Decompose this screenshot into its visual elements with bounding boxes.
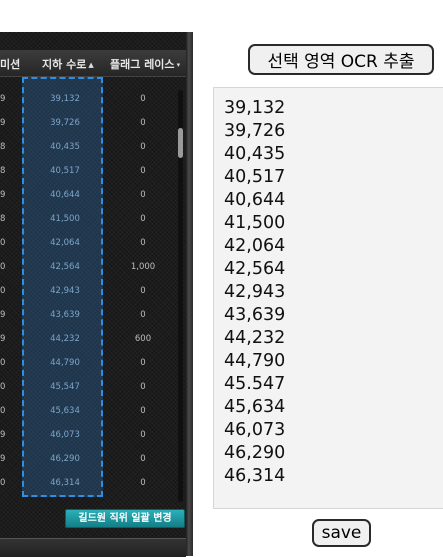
ocr-result-line: 42,564 <box>224 259 286 279</box>
mission-score-cell: 9 <box>0 454 6 464</box>
mission-score-cell: 8 <box>0 166 6 176</box>
flag-race-score-cell: 0 <box>140 166 146 176</box>
flag-race-score-cell: 0 <box>140 382 146 392</box>
flag-race-score-cell: 1,000 <box>130 262 156 272</box>
flag-race-score-cell: 0 <box>140 142 146 152</box>
flag-race-score-cell: 0 <box>140 430 146 440</box>
ocr-selection-region[interactable] <box>22 77 103 497</box>
column-header-mission[interactable]: 미션 <box>0 56 20 72</box>
table-header: 미션 지하 수로 ▲ 플래그 레이스 ▾ <box>0 50 186 77</box>
flag-race-score-cell: 0 <box>140 190 146 200</box>
bulk-change-rank-button[interactable]: 길드원 직위 일괄 변경 <box>65 509 185 528</box>
flag-race-score-cell: 0 <box>140 118 146 128</box>
ocr-result-line: 42,064 <box>224 236 286 256</box>
ocr-result-line: 45.547 <box>224 374 286 394</box>
sort-ascending-icon: ▲ <box>88 61 94 69</box>
mission-score-cell: 9 <box>0 310 6 320</box>
column-header-underground-waterway[interactable]: 지하 수로 ▲ <box>42 56 94 72</box>
ocr-result-line: 44,232 <box>224 328 286 348</box>
flag-race-score-cell: 0 <box>140 310 146 320</box>
ocr-result-line: 41,500 <box>224 213 286 233</box>
ocr-result-line: 46,290 <box>224 443 286 463</box>
ocr-result-line: 43,639 <box>224 305 286 325</box>
guild-members-panel: 미션 지하 수로 ▲ 플래그 레이스 ▾ 9 39,132 0 9 39,726 0 8 40,4… <box>0 32 193 557</box>
sort-dropdown-icon: ▾ <box>176 61 181 69</box>
mission-score-cell: 0 <box>0 286 6 296</box>
flag-race-score-cell: 0 <box>140 94 146 104</box>
ocr-result-line: 42,943 <box>224 282 286 302</box>
mission-score-cell: 8 <box>0 142 6 152</box>
ocr-result-line: 45,634 <box>224 397 286 417</box>
ocr-result-line: 40,644 <box>224 190 286 210</box>
ocr-result-line: 39,726 <box>224 121 286 141</box>
column-header-flag-race[interactable]: 플래그 레이스 ▾ <box>110 56 180 72</box>
mission-score-cell: 9 <box>0 334 6 344</box>
save-button[interactable]: save <box>312 519 371 547</box>
flag-race-score-cell: 600 <box>134 334 152 344</box>
scrollbar-thumb[interactable] <box>178 128 183 158</box>
flag-race-score-cell: 0 <box>140 286 146 296</box>
ocr-result-line: 46,073 <box>224 420 286 440</box>
mission-score-cell: 0 <box>0 262 6 272</box>
ocr-extract-button[interactable]: 선택 영역 OCR 추출 <box>248 44 434 75</box>
ocr-result-line: 40,435 <box>224 144 286 164</box>
ocr-result-line: 39,132 <box>224 98 286 118</box>
panel-bottom-bar <box>0 538 186 557</box>
mission-score-cell: 0 <box>0 358 6 368</box>
mission-score-cell: 0 <box>0 382 6 392</box>
flag-race-score-cell: 0 <box>140 454 146 464</box>
flag-race-score-cell: 0 <box>140 406 146 416</box>
mission-score-cell: 0 <box>0 406 6 416</box>
flag-race-score-cell: 0 <box>140 358 146 368</box>
mission-score-cell: 0 <box>0 478 6 488</box>
mission-score-cell: 8 <box>0 214 6 224</box>
mission-score-cell: 0 <box>0 238 6 248</box>
mission-score-cell: 9 <box>0 118 6 128</box>
flag-race-score-cell: 0 <box>140 478 146 488</box>
mission-score-cell: 9 <box>0 190 6 200</box>
flag-race-score-cell: 0 <box>140 214 146 224</box>
ocr-result-line: 46,314 <box>224 466 286 486</box>
mission-score-cell: 9 <box>0 430 6 440</box>
panel-border <box>186 32 193 556</box>
ocr-result-line: 44,790 <box>224 351 286 371</box>
flag-race-score-cell: 0 <box>140 238 146 248</box>
ocr-result-textarea[interactable]: 39,132 39,726 40,435 40,517 40,644 41,500 42,0… <box>213 87 443 509</box>
mission-score-cell: 9 <box>0 94 6 104</box>
ocr-result-line: 40,517 <box>224 167 286 187</box>
